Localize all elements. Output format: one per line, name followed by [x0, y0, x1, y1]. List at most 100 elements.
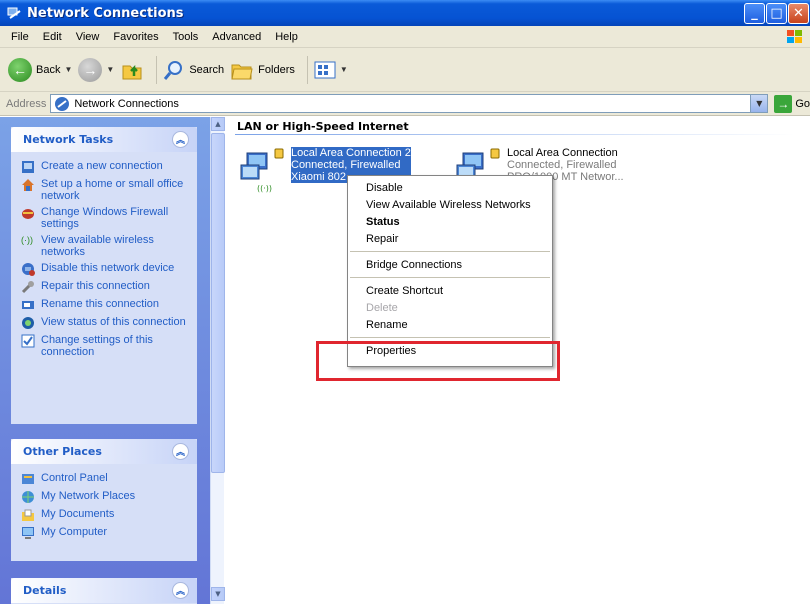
details-header[interactable]: Details ︽	[11, 578, 197, 603]
menu-view[interactable]: View	[69, 31, 107, 43]
task-label: Rename this connection	[41, 298, 160, 310]
task-label: Set up a home or small office network	[41, 178, 184, 202]
task-firewall-settings[interactable]: Change Windows Firewall settings	[21, 206, 191, 230]
place-control-panel[interactable]: Control Panel	[21, 472, 191, 486]
menu-tools[interactable]: Tools	[166, 31, 206, 43]
task-label: Change settings of this connection	[41, 334, 153, 358]
place-label: My Computer	[41, 526, 108, 538]
connection-status: Connected, Firewalled	[291, 159, 411, 171]
windows-logo-icon	[787, 30, 802, 43]
network-connections-icon	[55, 96, 70, 111]
folders-icon	[231, 64, 253, 79]
scroll-up-icon[interactable]: ▲	[211, 117, 225, 131]
task-setup-home-network[interactable]: Set up a home or small office network	[21, 178, 191, 202]
task-label: View available wireless networks	[41, 234, 154, 258]
place-my-computer[interactable]: My Computer	[21, 526, 191, 540]
menu-item-repair[interactable]: Repair	[348, 230, 552, 247]
task-label: Repair this connection	[41, 280, 150, 292]
disable-icon	[21, 262, 35, 276]
home-network-icon	[21, 178, 35, 192]
computer-icon	[21, 526, 35, 540]
task-rename-connection[interactable]: Rename this connection	[21, 298, 191, 312]
search-icon	[164, 60, 183, 80]
back-arrow-icon: ←	[8, 57, 32, 82]
menu-advanced[interactable]: Advanced	[205, 31, 268, 43]
task-label: Create a new connection	[41, 160, 163, 172]
go-label: Go	[795, 97, 810, 110]
menu-item-status[interactable]: Status	[348, 213, 552, 230]
other-places-title: Other Places	[23, 445, 102, 458]
network-places-icon	[21, 490, 35, 504]
toolbar-separator	[306, 55, 308, 84]
menu-item-create-shortcut[interactable]: Create Shortcut	[348, 282, 552, 299]
new-connection-icon	[21, 160, 35, 174]
details-title: Details	[23, 584, 67, 597]
minimize-button[interactable]: _	[744, 3, 765, 24]
back-dropdown-icon[interactable]: ▼	[64, 65, 72, 74]
back-button[interactable]: ← Back ▼	[8, 57, 72, 82]
task-repair-connection[interactable]: Repair this connection	[21, 280, 191, 294]
collapse-icon[interactable]: ︽	[172, 443, 189, 460]
task-disable-device[interactable]: Disable this network device	[21, 262, 191, 276]
go-button[interactable]: → Go	[774, 94, 810, 113]
views-dropdown-icon[interactable]: ▼	[340, 65, 348, 74]
up-folder-button[interactable]	[120, 58, 144, 82]
task-label: View status of this connection	[41, 316, 186, 328]
menu-edit[interactable]: Edit	[36, 31, 69, 43]
task-change-settings[interactable]: Change settings of this connection	[21, 334, 191, 358]
menu-item-rename[interactable]: Rename	[348, 316, 552, 333]
place-network-places[interactable]: My Network Places	[21, 490, 191, 504]
collapse-icon[interactable]: ︽	[172, 131, 189, 148]
task-pane-scrollbar[interactable]: ▲ ▼	[210, 117, 225, 604]
other-places-header[interactable]: Other Places ︽	[11, 439, 197, 464]
folders-button[interactable]: Folders	[230, 59, 295, 81]
menu-help[interactable]: Help	[268, 31, 305, 43]
context-menu: Disable View Available Wireless Networks…	[347, 175, 553, 367]
place-my-documents[interactable]: My Documents	[21, 508, 191, 522]
task-view-wireless[interactable]: (·)) View available wireless networks	[21, 234, 191, 258]
details-panel: Details ︽	[11, 578, 197, 604]
group-title: LAN or High-Speed Internet	[237, 120, 409, 133]
title-bar[interactable]: Network Connections _ □ ✕	[0, 0, 810, 26]
network-tasks-header[interactable]: Network Tasks ︽	[11, 127, 197, 152]
repair-icon	[21, 280, 35, 294]
toolbar: ← Back ▼ → ▼ Search Folders ▼	[0, 48, 810, 92]
forward-dropdown-icon[interactable]: ▼	[106, 65, 114, 74]
menu-item-bridge[interactable]: Bridge Connections	[348, 256, 552, 273]
task-label: Change Windows Firewall settings	[41, 206, 169, 230]
connection-status: Connected, Firewalled	[507, 159, 617, 171]
task-pane: Network Tasks ︽ Create a new connection …	[0, 117, 210, 604]
address-input[interactable]: Network Connections ▼	[50, 94, 769, 113]
menu-file[interactable]: File	[4, 31, 36, 43]
menu-item-disable[interactable]: Disable	[348, 179, 552, 196]
scroll-down-icon[interactable]: ▼	[211, 587, 225, 601]
control-panel-icon	[21, 472, 35, 486]
search-button[interactable]: Search	[163, 59, 224, 81]
menu-separator	[350, 251, 550, 252]
menu-item-delete: Delete	[366, 301, 398, 314]
documents-icon	[21, 508, 35, 522]
task-label: Disable this network device	[41, 262, 175, 274]
toolbar-separator	[156, 55, 158, 84]
address-value: Network Connections	[74, 97, 179, 110]
task-create-connection[interactable]: Create a new connection	[21, 160, 191, 174]
address-dropdown-icon[interactable]: ▼	[750, 95, 768, 112]
address-bar: Address Network Connections ▼ → Go	[0, 92, 810, 116]
back-label: Back	[36, 63, 61, 76]
wireless-icon: (·))	[21, 235, 33, 245]
search-label: Search	[189, 63, 225, 76]
forward-arrow-icon: →	[78, 57, 103, 82]
task-view-status[interactable]: View status of this connection	[21, 316, 191, 330]
menu-favorites[interactable]: Favorites	[106, 31, 165, 43]
menu-item-view-wireless[interactable]: View Available Wireless Networks	[348, 196, 552, 213]
maximize-button[interactable]: □	[766, 3, 787, 24]
properties-highlight	[316, 341, 560, 381]
scroll-thumb[interactable]	[211, 133, 225, 473]
close-button[interactable]: ✕	[788, 3, 809, 24]
collapse-icon[interactable]: ︽	[172, 582, 189, 599]
forward-button[interactable]: → ▼	[78, 57, 114, 82]
network-tasks-panel: Network Tasks ︽ Create a new connection …	[11, 127, 197, 424]
views-icon	[314, 61, 336, 78]
views-button[interactable]: ▼	[314, 60, 348, 80]
network-adapter-icon: ((·))	[239, 147, 287, 195]
